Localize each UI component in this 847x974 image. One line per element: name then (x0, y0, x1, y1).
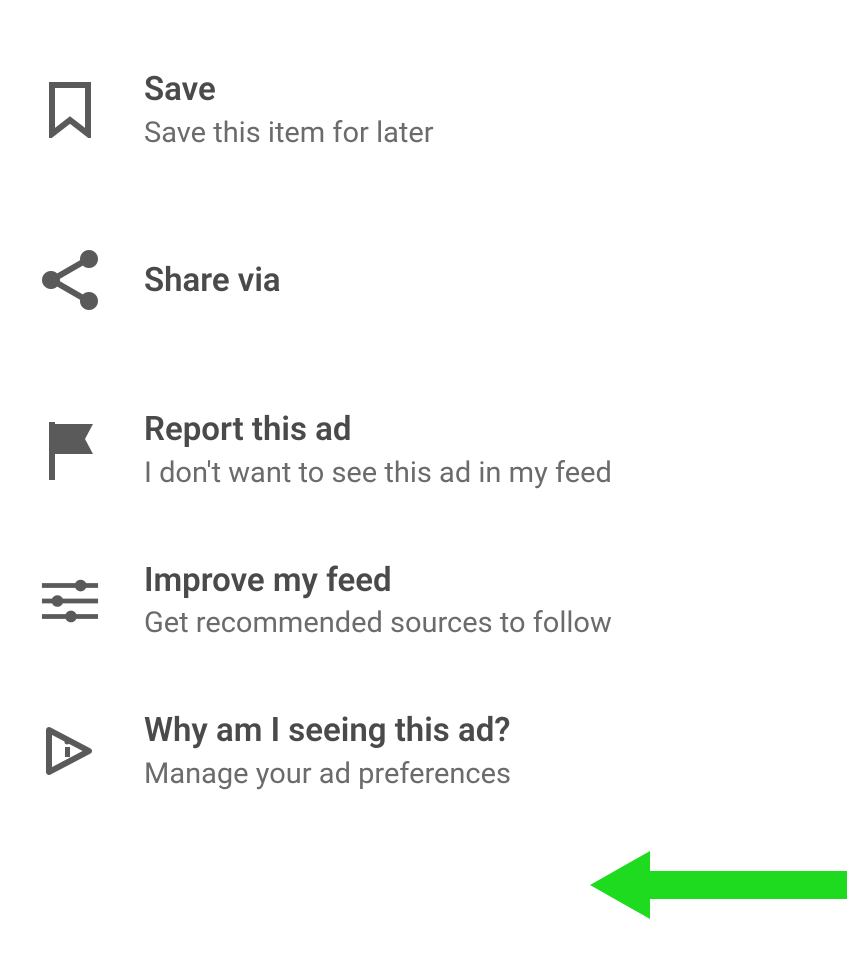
bookmark-icon (40, 80, 100, 140)
share-text: Share via (144, 261, 281, 300)
report-ad-item[interactable]: Report this ad I don't want to see this … (0, 375, 847, 525)
share-item[interactable]: Share via (0, 185, 847, 375)
share-title: Share via (144, 261, 281, 300)
report-ad-text: Report this ad I don't want to see this … (144, 410, 612, 490)
improve-feed-subtitle: Get recommended sources to follow (144, 606, 612, 641)
save-item[interactable]: Save Save this item for later (0, 35, 847, 185)
flag-icon (40, 421, 100, 481)
save-subtitle: Save this item for later (144, 116, 434, 151)
why-ad-title: Why am I seeing this ad? (144, 711, 511, 751)
why-ad-subtitle: Manage your ad preferences (144, 757, 511, 792)
annotation-arrow-icon (590, 845, 847, 929)
why-ad-text: Why am I seeing this ad? Manage your ad … (144, 711, 511, 791)
report-ad-title: Report this ad (144, 410, 612, 450)
ad-play-icon (40, 721, 100, 781)
share-icon (40, 250, 100, 310)
improve-feed-text: Improve my feed Get recommended sources … (144, 561, 612, 641)
why-ad-item[interactable]: Why am I seeing this ad? Manage your ad … (0, 676, 847, 826)
report-ad-subtitle: I don't want to see this ad in my feed (144, 456, 612, 491)
save-text: Save Save this item for later (144, 70, 434, 150)
context-menu: Save Save this item for later Share via (0, 0, 847, 827)
save-title: Save (144, 70, 434, 110)
improve-feed-title: Improve my feed (144, 561, 612, 601)
sliders-icon (40, 571, 100, 631)
improve-feed-item[interactable]: Improve my feed Get recommended sources … (0, 526, 847, 676)
